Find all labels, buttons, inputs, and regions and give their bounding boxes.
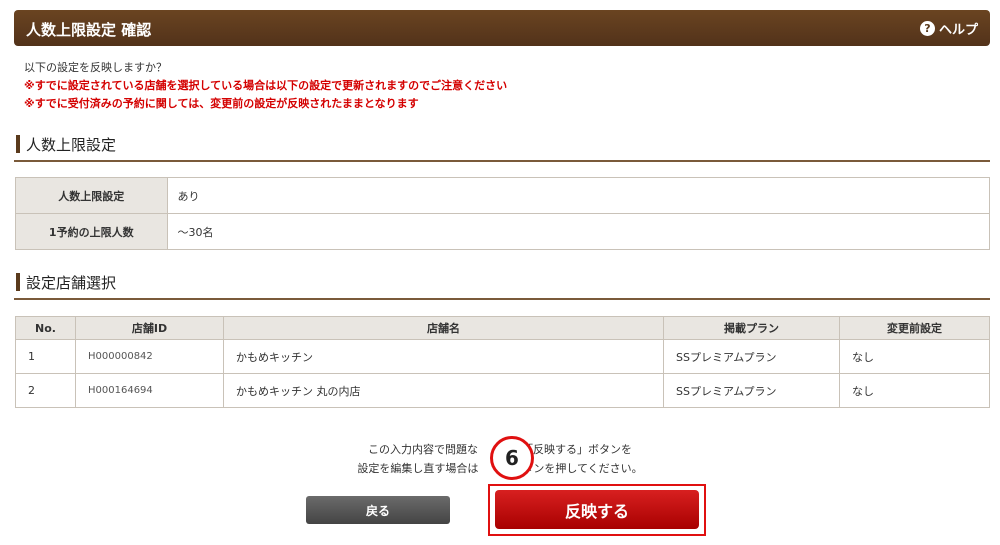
row-label: 人数上限設定 [15, 177, 168, 214]
step-number-badge: 6 [490, 436, 534, 480]
help-link[interactable]: ? ヘルプ [919, 19, 978, 38]
table-row: 1予約の上限人数 ～30名 [15, 213, 990, 250]
row-label: 1予約の上限人数 [15, 213, 168, 250]
back-button[interactable]: 戻る [306, 496, 450, 524]
confirm-question: 以下の設定を反映しますか？ [24, 61, 167, 74]
section-marker [16, 135, 20, 153]
section-title-stores: 設定店舗選択 [26, 274, 117, 292]
section-heading-limit: 人数上限設定 [14, 133, 990, 162]
cell-plan: SSプレミアムプラン [663, 373, 840, 408]
cell-no: 2 [15, 373, 76, 408]
warning-2: ※すでに受付済みの予約に関しては、変更前の設定が反映されたままとなります [24, 97, 419, 110]
col-header-plan: 掲載プラン [663, 316, 840, 340]
apply-button[interactable]: 反映する [495, 490, 699, 529]
table-header-row: No. 店舗ID 店舗名 掲載プラン 変更前設定 [15, 316, 990, 340]
cell-no: 1 [15, 339, 76, 374]
question-circle-icon: ? [919, 21, 935, 36]
page-title: 人数上限設定 確認 [26, 21, 152, 39]
col-header-prev-setting: 変更前設定 [839, 316, 990, 340]
stores-table: No. 店舗ID 店舗名 掲載プラン 変更前設定 1 H000000842 かも… [15, 316, 990, 408]
cell-store-id: H000164694 [75, 373, 224, 408]
row-value: ～30名 [166, 213, 990, 250]
cell-prev-setting: なし [839, 339, 990, 374]
col-header-no: No. [15, 316, 76, 340]
section-title-limit: 人数上限設定 [26, 136, 117, 154]
warning-1: ※すでに設定されている店舗を選択している場合は以下の設定で更新されますのでご注意… [24, 79, 508, 92]
col-header-store-name: 店舗名 [223, 316, 664, 340]
col-header-store-id: 店舗ID [75, 316, 224, 340]
cell-store-name: かもめキッチン 丸の内店 [223, 373, 664, 408]
intro-text: 以下の設定を反映しますか？ ※すでに設定されている店舗を選択している場合は以下の… [24, 59, 507, 113]
table-row: 1 H000000842 かもめキッチン SSプレミアムプラン なし [15, 339, 990, 374]
table-row: 人数上限設定 あり [15, 177, 990, 214]
limit-settings-table: 人数上限設定 あり 1予約の上限人数 ～30名 [15, 177, 990, 250]
cell-plan: SSプレミアムプラン [663, 339, 840, 374]
page-header: 人数上限設定 確認 ? ヘルプ [14, 10, 990, 46]
table-row: 2 H000164694 かもめキッチン 丸の内店 SSプレミアムプラン なし [15, 373, 990, 408]
cell-prev-setting: なし [839, 373, 990, 408]
cell-store-id: H000000842 [75, 339, 224, 374]
help-label: ヘルプ [938, 23, 978, 38]
section-heading-stores: 設定店舗選択 [14, 271, 990, 300]
row-value: あり [166, 177, 990, 214]
cell-store-name: かもめキッチン [223, 339, 664, 374]
section-marker [16, 273, 20, 291]
